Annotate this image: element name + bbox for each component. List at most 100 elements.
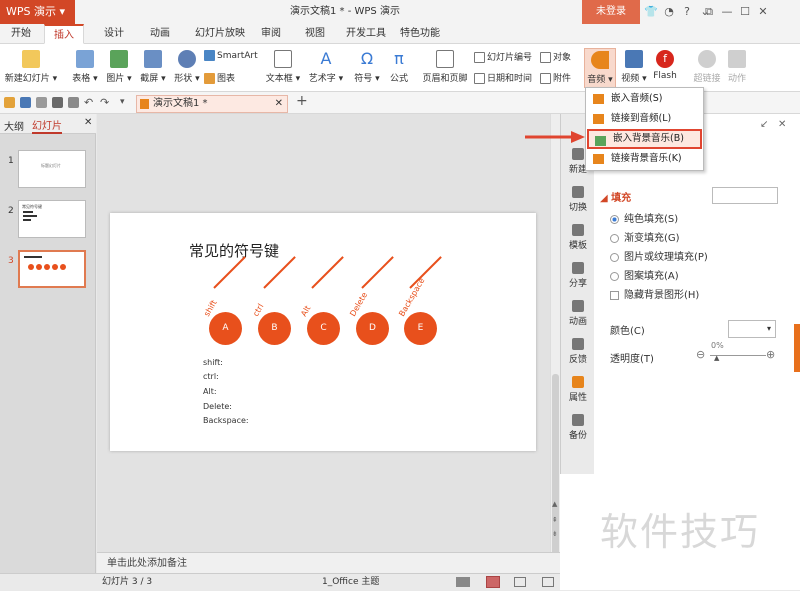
prev-slide-icon[interactable]: ⇞ [552,516,558,524]
shirt-icon[interactable]: 👕 [642,0,660,24]
notes-area[interactable]: 单击此处添加备注 [97,552,560,573]
screenshot-button[interactable]: 截屏 ▾ [138,50,168,84]
scroll-up-icon[interactable]: ▲ [552,500,557,508]
tab-insert[interactable]: 插入 [44,24,84,44]
table-button[interactable]: 表格 ▾ [70,50,100,84]
next-slide-icon[interactable]: ⇟ [552,530,558,538]
object-button[interactable]: 对象 [540,50,571,63]
minimize-icon[interactable]: — [718,0,736,24]
sidebar-backup[interactable]: 备份 [561,414,595,441]
undo-icon[interactable]: ↶ [84,97,95,108]
picture-button[interactable]: 图片 ▾ [104,50,134,84]
slide-thumbnail-1[interactable]: 标题幻灯片 [18,150,86,188]
tab-developer[interactable]: 开发工具 [344,24,388,44]
view-mode-icon[interactable] [456,577,470,587]
panel-resize-handle[interactable] [794,324,800,372]
circle-e[interactable]: E [404,312,437,345]
close-tab-icon[interactable]: ✕ [275,96,283,112]
sidebar-animation[interactable]: 动画 [561,300,595,327]
print-icon[interactable] [52,97,63,108]
close-icon[interactable]: ✕ [754,0,772,24]
slide-thumbnail-3[interactable] [18,250,86,288]
text-delete[interactable]: Delete: [203,402,232,411]
help-icon[interactable]: ? [678,0,696,24]
menu-link-audio[interactable]: 链接到音频(L) [587,109,702,129]
audio-button[interactable]: 音频 ▾ [584,48,616,88]
minus-icon[interactable]: ⊖ [696,348,705,361]
tab-review[interactable]: 审阅 [256,24,286,44]
text-ctrl[interactable]: ctrl: [203,372,219,381]
tab-slideshow[interactable]: 幻灯片放映 [188,24,252,44]
app-menu-button[interactable]: WPS 演示 ▾ [0,0,75,24]
menu-embed-background-music[interactable]: 嵌入背景音乐(B) [587,129,702,149]
collapse-icon[interactable]: ↙ [760,119,768,130]
menu-embed-audio[interactable]: 嵌入音频(S) [587,89,702,109]
smartart-button[interactable]: SmartArt [204,50,258,61]
new-tab-icon[interactable]: + [296,94,308,108]
flash-button[interactable]: f Flash [650,50,680,81]
slide-title[interactable]: 常见的符号键 [189,240,279,261]
normal-view-icon[interactable] [486,576,500,588]
sorter-view-icon[interactable] [514,577,526,587]
tab-outline[interactable]: 大纲 [4,118,24,133]
plus-icon[interactable]: ⊕ [766,348,775,361]
redo-icon[interactable]: ↷ [100,97,111,108]
option-pattern-fill[interactable]: 图案填充(A) [610,267,679,282]
attachment-button[interactable]: 附件 [540,71,571,84]
export-icon[interactable] [36,97,47,108]
shape-button[interactable]: 形状 ▾ [172,50,202,84]
restore-icon[interactable]: ⧉ [700,0,718,24]
tab-slides[interactable]: 幻灯片 [32,117,62,134]
document-tab[interactable]: 演示文稿1 * ✕ [136,95,288,113]
formula-button[interactable]: π 公式 [386,50,412,85]
sidebar-template[interactable]: 模板 [561,224,595,251]
text-backspace[interactable]: Backspace: [203,416,249,425]
option-gradient-fill[interactable]: 渐变填充(G) [610,229,680,244]
slide-number-button[interactable]: 幻灯片编号 [474,50,532,63]
hyperlink-button[interactable]: 超链接 [692,50,722,84]
circle-b[interactable]: B [258,312,291,345]
sidebar-share[interactable]: 分享 [561,262,595,289]
chart-button[interactable]: 图表 [204,71,235,84]
slide[interactable]: 常见的符号键 shift ctrl Alt Delete Backspace A… [110,213,536,451]
option-picture-fill[interactable]: 图片或纹理填充(P) [610,248,708,263]
tab-home[interactable]: 开始 [6,24,36,44]
preview-icon[interactable] [68,97,79,108]
datetime-button[interactable]: 日期和时间 [474,71,532,84]
hide-background-checkbox[interactable]: 隐藏背景图形(H) [610,286,699,301]
textbox-button[interactable]: 文本框 ▾ [264,50,302,84]
tab-view[interactable]: 视图 [300,24,330,44]
skin-icon[interactable]: ◔ [660,0,678,24]
wordart-button[interactable]: A 艺术字 ▾ [306,50,346,85]
text-shift[interactable]: shift: [203,358,223,367]
sidebar-properties[interactable]: 属性 [561,376,595,403]
new-slide-button[interactable]: 新建幻灯片 ▾ [2,50,60,84]
save-icon[interactable] [20,97,31,108]
customize-icon[interactable]: ▾ [120,97,131,108]
reading-view-icon[interactable] [542,577,554,587]
video-button[interactable]: 视频 ▾ [620,50,648,84]
slider-handle[interactable]: ▲ [714,354,719,362]
circle-d[interactable]: D [356,312,389,345]
header-footer-button[interactable]: 页眉和页脚 [420,50,470,84]
symbol-button[interactable]: Ω 符号 ▾ [352,50,382,85]
action-button[interactable]: 动作 [724,50,750,84]
vertical-scrollbar[interactable]: ▲ ⇞ ⇟ [550,114,560,564]
close-panel-icon[interactable]: ✕ [778,119,786,130]
maximize-icon[interactable]: ☐ [736,0,754,24]
text-alt[interactable]: Alt: [203,387,217,396]
close-pane-icon[interactable]: ✕ [84,117,92,128]
fill-preview[interactable] [712,187,778,204]
circle-a[interactable]: A [209,312,242,345]
menu-link-background-music[interactable]: 链接背景音乐(K) [587,149,702,169]
sidebar-transition[interactable]: 切换 [561,186,595,213]
circle-c[interactable]: C [307,312,340,345]
color-dropdown[interactable]: ▾ [728,320,776,338]
slide-thumbnail-2[interactable]: 常见符号键 [18,200,86,238]
tab-animation[interactable]: 动画 [142,24,178,44]
login-button[interactable]: 未登录 [582,0,640,24]
tab-features[interactable]: 特色功能 [396,24,444,44]
option-solid-fill[interactable]: 纯色填充(S) [610,210,678,225]
open-icon[interactable] [4,97,15,108]
tab-design[interactable]: 设计 [96,24,132,44]
